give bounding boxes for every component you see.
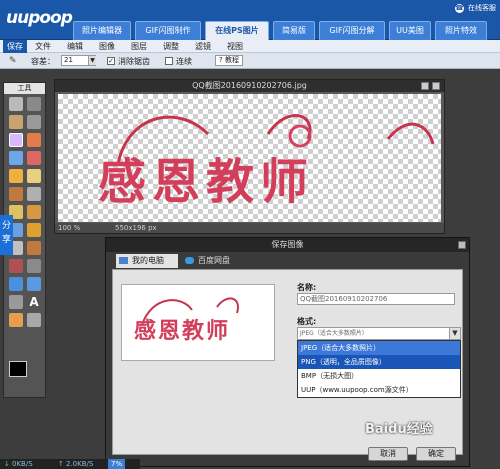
drop-tool-icon[interactable] — [9, 277, 23, 291]
line-tool-icon[interactable] — [9, 295, 23, 309]
tab-gif-maker[interactable]: GIF闪图制作 — [135, 21, 201, 40]
download-arrow-icon: ↓ — [4, 460, 10, 468]
dialog-title: 保存图像 — [106, 238, 469, 252]
brush-tool-icon[interactable] — [27, 151, 41, 165]
preview-text: 感恩教师 — [134, 318, 231, 344]
tab-gif-split[interactable]: GIF闪图分解 — [319, 21, 385, 40]
eraser-tool-icon[interactable] — [27, 169, 41, 183]
online-service-label: 在线客服 — [468, 4, 496, 12]
usage-percent: 7% — [108, 459, 126, 469]
tab-uu-meitu[interactable]: UU美图 — [389, 21, 431, 40]
redeye-tool-icon[interactable] — [9, 259, 23, 273]
help-button[interactable]: ? 教程 — [215, 55, 243, 66]
menu-adjust[interactable]: 调整 — [159, 40, 183, 53]
dodge-tool-icon[interactable] — [27, 205, 41, 219]
tab-online-ps[interactable]: 在线PS图片 — [205, 21, 269, 40]
foreground-color-swatch[interactable] — [9, 361, 27, 377]
menu-layer[interactable]: 图层 — [127, 40, 151, 53]
smudge-tool-icon[interactable] — [27, 187, 41, 201]
hand-pan-icon[interactable] — [9, 313, 23, 327]
question-icon: ? — [219, 56, 223, 64]
image-window-title: QQ截图20160910202706.jpg — [55, 80, 444, 92]
file-name-input[interactable]: QQ截图20160910202706 — [297, 293, 455, 305]
dialog-close-icon[interactable] — [458, 241, 466, 249]
pencil-tool-icon[interactable] — [27, 133, 41, 147]
site-logo[interactable]: uupoop — [6, 8, 73, 32]
watermark: Baidu经验 — [365, 422, 433, 437]
move-tool-icon[interactable] — [9, 97, 23, 111]
chevron-down-icon[interactable]: ▼ — [449, 328, 460, 339]
tab-baidu-pan-label: 百度网盘 — [198, 256, 230, 265]
format-option-bmp[interactable]: BMP（无损大图） — [298, 369, 460, 383]
hand-tool-icon[interactable] — [27, 241, 41, 255]
tab-baidu-pan[interactable]: 百度网盘 — [182, 254, 244, 268]
menu-bar: 保存 文件 编辑 图像 图层 调整 滤镜 视图 — [0, 40, 500, 53]
menu-file[interactable]: 文件 — [31, 40, 55, 53]
magnifier-icon[interactable] — [27, 313, 41, 327]
magic-wand-tool-icon[interactable] — [9, 133, 23, 147]
top-bar: uupoop ☎ 在线客服 照片编辑器 GIF闪图制作 在线PS图片 简易版 G… — [0, 0, 500, 40]
format-select[interactable]: JPEG（适合大多数照片） ▼ — [297, 327, 461, 340]
computer-icon — [119, 257, 128, 264]
art-text: 感恩教师 — [98, 154, 315, 210]
chevron-down-icon[interactable]: ▼ — [88, 56, 96, 65]
tab-my-computer[interactable]: 我的电脑 — [116, 254, 178, 268]
format-select-value: JPEG（适合大多数照片） — [300, 330, 368, 337]
maximize-icon[interactable] — [421, 82, 429, 90]
options-bar: ✎ 容差： 21 ▼ ✓ 消除锯齿 连续 ? 教程 — [0, 53, 500, 69]
menu-image[interactable]: 图像 — [95, 40, 119, 53]
ok-button[interactable]: 确定 — [416, 447, 456, 461]
share-tab[interactable]: 分享 — [0, 215, 13, 255]
format-option-jpeg[interactable]: JPEG（适合大多数照片） — [298, 341, 460, 355]
tolerance-value: 21 — [64, 56, 73, 64]
image-canvas[interactable]: 感恩教师 — [58, 94, 441, 222]
menu-save[interactable]: 保存 — [3, 40, 27, 53]
format-label: 格式: — [297, 317, 317, 326]
cancel-button[interactable]: 取消 — [368, 447, 408, 461]
image-window: QQ截图20160910202706.jpg 感恩教师 100 % 550x19… — [54, 79, 445, 234]
download-speed: 0KB/S — [12, 460, 33, 468]
menu-edit[interactable]: 编辑 — [63, 40, 87, 53]
pointer-tool-icon[interactable] — [27, 97, 41, 111]
upload-arrow-icon: ↑ — [58, 460, 64, 468]
help-label: 教程 — [224, 56, 239, 64]
crop-tool-icon[interactable] — [27, 115, 41, 129]
cloud-icon — [185, 257, 194, 264]
format-option-uup[interactable]: UUP（www.uupoop.com源文件） — [298, 383, 460, 397]
close-icon[interactable] — [432, 82, 440, 90]
tab-simple[interactable]: 简易版 — [273, 21, 315, 40]
antialias-checkbox[interactable]: ✓ — [107, 57, 115, 65]
zoom-level[interactable]: 100 % — [58, 223, 80, 233]
contiguous-checkbox[interactable] — [165, 57, 173, 65]
tab-photo-editor[interactable]: 照片编辑器 — [73, 21, 131, 40]
format-dropdown: JPEG（适合大多数照片） PNG（透明，全品质图像） BMP（无损大图） UU… — [297, 340, 461, 398]
tolerance-label: 容差： — [31, 57, 55, 66]
format-option-png[interactable]: PNG（透明，全品质图像） — [298, 355, 460, 369]
name-label: 名称: — [297, 283, 317, 292]
network-status-bar: ↓ 0KB/S ↑ 2.0KB/S 7% — [0, 459, 140, 469]
stamp-tool-icon[interactable] — [9, 187, 23, 201]
gradient-tool-icon[interactable] — [9, 151, 23, 165]
image-preview: 感恩教师 — [121, 284, 275, 361]
toolbox-title: 工具 — [4, 83, 45, 94]
image-size: 550x196 px — [115, 224, 157, 232]
image-status-bar: 100 % 550x196 px — [55, 223, 444, 233]
menu-view[interactable]: 视图 — [223, 40, 247, 53]
headset-icon: ☎ — [455, 4, 464, 13]
burn-tool-icon[interactable] — [27, 277, 41, 291]
upload-speed: 2.0KB/S — [66, 460, 94, 468]
lasso-tool-icon[interactable] — [9, 115, 23, 129]
tab-photo-effects[interactable]: 照片特效 — [435, 21, 487, 40]
shape-tool-icon[interactable] — [27, 259, 41, 273]
text-tool-icon[interactable]: A — [27, 295, 41, 309]
online-service-button[interactable]: ☎ 在线客服 — [455, 2, 496, 14]
bucket-tool-icon[interactable] — [9, 169, 23, 183]
contiguous-label: 连续 — [176, 57, 192, 66]
antialias-label: 消除锯齿 — [118, 57, 150, 66]
menu-filter[interactable]: 滤镜 — [191, 40, 215, 53]
sharpen-tool-icon[interactable] — [27, 223, 41, 237]
tab-my-computer-label: 我的电脑 — [132, 256, 164, 265]
magic-wand-icon: ✎ — [9, 56, 17, 66]
